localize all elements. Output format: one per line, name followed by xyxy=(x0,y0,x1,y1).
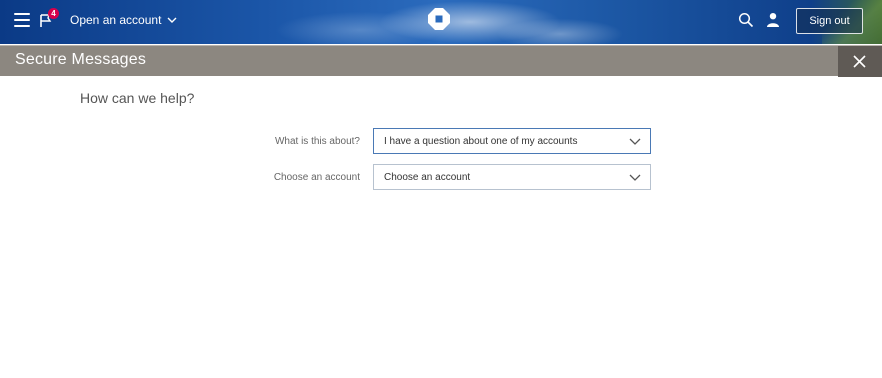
account-select[interactable]: Choose an account xyxy=(373,164,651,190)
notification-badge: 4 xyxy=(48,8,59,19)
notifications-button[interactable]: 4 xyxy=(40,8,60,31)
chevron-down-icon xyxy=(629,138,641,145)
topic-select-value: I have a question about one of my accoun… xyxy=(384,136,578,147)
account-label: Choose an account xyxy=(273,172,360,183)
chase-logo[interactable] xyxy=(427,7,451,31)
top-header: 4 Open an account Sign out xyxy=(0,0,882,44)
topic-select[interactable]: I have a question about one of my accoun… xyxy=(373,128,651,154)
chevron-down-icon xyxy=(167,17,177,23)
page-heading: How can we help? xyxy=(80,90,195,106)
secure-messages-bar: Secure Messages xyxy=(0,45,882,77)
person-icon[interactable] xyxy=(766,12,780,28)
sign-out-button[interactable]: Sign out xyxy=(796,8,863,34)
open-account-label: Open an account xyxy=(70,13,162,27)
close-icon xyxy=(853,55,866,68)
panel-title: Secure Messages xyxy=(15,51,147,68)
topic-label: What is this about? xyxy=(274,136,360,147)
hamburger-icon[interactable] xyxy=(14,13,30,27)
chevron-down-icon xyxy=(629,174,641,181)
search-icon[interactable] xyxy=(738,12,754,28)
open-account-menu[interactable]: Open an account xyxy=(70,13,177,27)
close-button[interactable] xyxy=(838,46,882,77)
account-select-value: Choose an account xyxy=(384,172,471,183)
